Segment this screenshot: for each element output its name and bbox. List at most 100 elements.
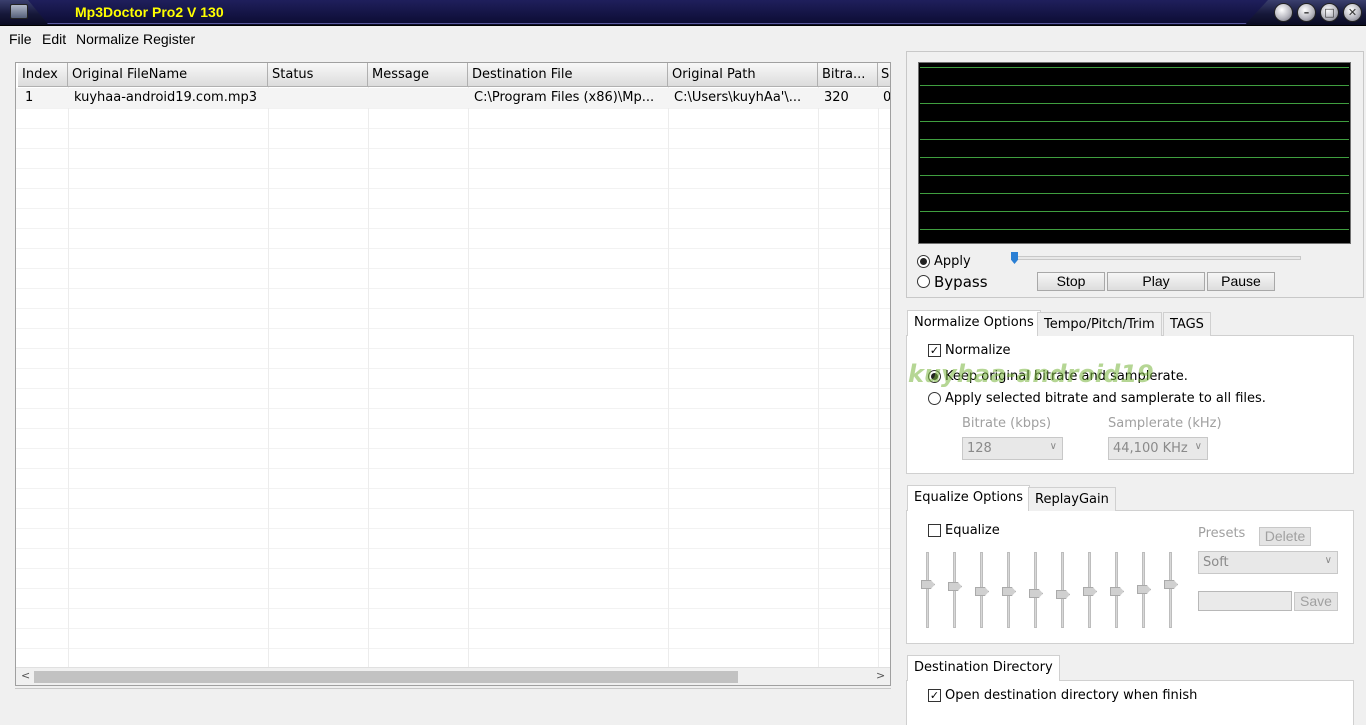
row-line (16, 348, 890, 349)
status-strip (15, 688, 891, 694)
row-line (16, 168, 890, 169)
viz-line (920, 193, 1349, 194)
row-line (16, 308, 890, 309)
position-slider-thumb[interactable] (1011, 252, 1018, 264)
viz-line (920, 103, 1349, 104)
row-line (16, 128, 890, 129)
normalize-label: Normalize (945, 343, 1011, 358)
bypass-radio[interactable] (917, 275, 930, 288)
title-bar: Mp3Doctor Pro2 V 130 – □ ✕ (0, 0, 1366, 26)
maximize-icon[interactable]: □ (1320, 3, 1339, 22)
menu-file[interactable]: File (9, 31, 32, 47)
viz-line (920, 175, 1349, 176)
normalize-checkbox[interactable]: ✓ (928, 344, 941, 357)
row-line (16, 148, 890, 149)
column-original-filename[interactable]: Original FileName (68, 63, 268, 87)
bitrate-select[interactable]: 128 ∨ (962, 437, 1063, 460)
row-line (16, 428, 890, 429)
tab-equalize-options[interactable]: Equalize Options (907, 485, 1031, 511)
scrollbar-thumb[interactable] (34, 671, 738, 683)
samplerate-label: Samplerate (kHz) (1108, 416, 1222, 431)
preset-name-input[interactable] (1198, 591, 1292, 611)
eq-slider-track[interactable] (926, 552, 929, 628)
cell-index: 1 (25, 90, 34, 105)
menu-bar: File Edit Normalize Register (0, 28, 1366, 50)
equalize-checkbox[interactable] (928, 524, 941, 537)
horizontal-scrollbar[interactable]: < > (16, 667, 890, 685)
row-line (16, 408, 890, 409)
open-destination-checkbox[interactable]: ✓ (928, 689, 941, 702)
cell-destination-file: C:\Program Files (x86)\Mp... (474, 90, 655, 105)
cell-message (369, 90, 467, 108)
menu-normalize[interactable]: Normalize (76, 31, 139, 47)
row-line (16, 228, 890, 229)
minimize-icon[interactable]: – (1297, 3, 1316, 22)
viz-line (920, 229, 1349, 230)
viz-line (920, 139, 1349, 140)
col-line (818, 87, 819, 667)
chevron-down-icon: ∨ (1049, 441, 1057, 452)
cell-original-path: C:\Users\kuyhAa'\... (674, 90, 802, 105)
presets-label: Presets (1198, 526, 1246, 541)
menu-edit[interactable]: Edit (42, 31, 66, 47)
column-message[interactable]: Message (368, 63, 468, 87)
menu-register[interactable]: Register (143, 31, 195, 47)
column-status[interactable]: Status (268, 63, 368, 87)
col-line (68, 87, 69, 667)
row-line (16, 488, 890, 489)
save-preset-button[interactable]: Save (1294, 592, 1338, 611)
apply-radio[interactable] (917, 255, 930, 268)
scroll-left-icon[interactable]: < (21, 669, 30, 682)
cell-original-filename: kuyhaa-android19.com.mp3 (74, 90, 258, 105)
tab-tags[interactable]: TAGS (1163, 312, 1211, 336)
row-line (16, 108, 890, 109)
help-icon[interactable] (1274, 3, 1293, 22)
column-samplerate[interactable]: S (878, 63, 890, 87)
play-button[interactable]: Play (1107, 272, 1205, 291)
viz-line (920, 211, 1349, 212)
app-icon[interactable] (10, 4, 28, 19)
viz-line (920, 67, 1349, 68)
grid-header: Index Original FileName Status Message D… (16, 63, 890, 87)
viz-line (920, 85, 1349, 86)
column-bitrate[interactable]: Bitra... (818, 63, 878, 87)
bypass-label: Bypass (934, 273, 988, 291)
row-line (16, 608, 890, 609)
spectrum-display (918, 62, 1351, 244)
delete-preset-button[interactable]: Delete (1259, 527, 1311, 546)
bitrate-label: Bitrate (kbps) (962, 416, 1052, 431)
row-line (16, 268, 890, 269)
position-slider[interactable] (1015, 256, 1301, 260)
stop-button[interactable]: Stop (1037, 272, 1105, 291)
scroll-right-icon[interactable]: > (876, 669, 885, 682)
column-original-path[interactable]: Original Path (668, 63, 818, 87)
tab-normalize-options[interactable]: Normalize Options (907, 310, 1041, 336)
file-grid[interactable]: Index Original FileName Status Message D… (15, 62, 891, 686)
column-destination-file[interactable]: Destination File (468, 63, 668, 87)
window-title: Mp3Doctor Pro2 V 130 (75, 4, 224, 20)
row-line (16, 508, 890, 509)
column-index[interactable]: Index (18, 63, 68, 87)
row-line (16, 568, 890, 569)
row-line (16, 448, 890, 449)
row-line (16, 548, 890, 549)
samplerate-select[interactable]: 44,100 KHz ∨ (1108, 437, 1208, 460)
row-line (16, 188, 890, 189)
tab-destination-directory[interactable]: Destination Directory (907, 655, 1060, 681)
apply-all-radio[interactable] (928, 392, 941, 405)
row-line (16, 208, 890, 209)
eq-slider-track[interactable] (1169, 552, 1172, 628)
row-line (16, 248, 890, 249)
pause-button[interactable]: Pause (1207, 272, 1275, 291)
row-line (16, 368, 890, 369)
tab-replaygain[interactable]: ReplayGain (1028, 487, 1116, 511)
viz-line (920, 121, 1349, 122)
preset-select[interactable]: Soft ∨ (1198, 551, 1338, 574)
chevron-down-icon: ∨ (1324, 555, 1332, 566)
close-icon[interactable]: ✕ (1343, 3, 1362, 22)
cell-status (269, 90, 367, 108)
tab-tempo-pitch-trim[interactable]: Tempo/Pitch/Trim (1037, 312, 1162, 336)
row-line (16, 288, 890, 289)
row-line (16, 648, 890, 649)
apply-label: Apply (934, 254, 971, 269)
